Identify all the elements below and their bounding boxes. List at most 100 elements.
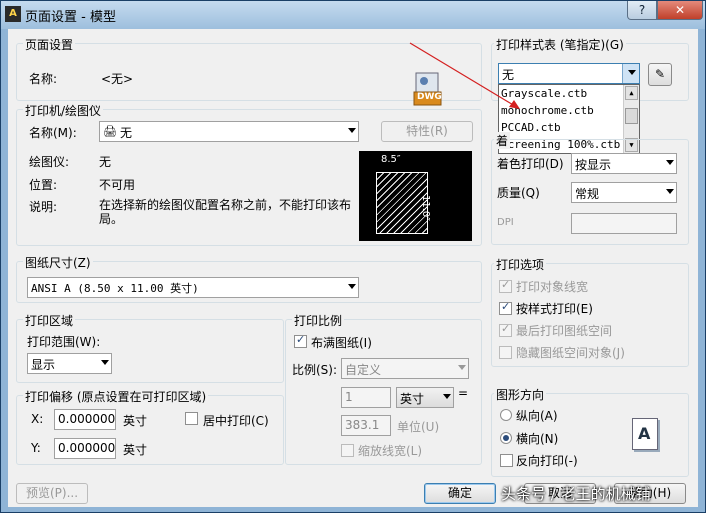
plot-options-group: 打印选项 打印对象线宽 按样式打印(E) 最后打印图纸空间 隐藏图纸空间对象(J… (491, 256, 689, 367)
dpi-input[interactable] (571, 213, 677, 234)
watermark-text: 头条号 / 老王的机械铺 (501, 485, 651, 503)
autocad-app-icon: A (5, 6, 21, 22)
landscape-orientation-icon: A (632, 418, 658, 450)
scale-lineweights-checkbox[interactable] (341, 444, 354, 457)
plot-range-label: 打印范围(W): (27, 335, 101, 349)
preview-button[interactable]: 预览(P)... (16, 483, 88, 504)
description-value: 在选择新的绘图仪配置名称之前，不能打印该布局。 (99, 198, 352, 226)
paperspace-last-checkbox[interactable] (499, 322, 512, 337)
printer-name-dropdown[interactable]: 🖨 无 (99, 121, 359, 142)
scale-lineweights-label: 缩放线宽(L) (358, 444, 423, 458)
offset-x-label: X: (31, 412, 44, 426)
hide-objects-checkbox[interactable] (499, 346, 512, 359)
plot-scale-group-title: 打印比例 (292, 312, 345, 329)
help-title-button[interactable]: ? (627, 1, 657, 20)
plotter-label: 绘图仪: (29, 155, 70, 169)
list-item[interactable]: Grayscale.ctb (501, 87, 587, 100)
upside-down-label: 反向打印(-) (516, 454, 578, 468)
location-label: 位置: (29, 178, 58, 192)
upside-down-checkbox[interactable] (500, 454, 513, 467)
ok-button[interactable]: 确定 (424, 483, 496, 504)
plot-with-styles-label: 按样式打印(E) (516, 302, 593, 316)
quality-label: 质量(Q) (497, 186, 540, 200)
center-plot-checkbox[interactable] (185, 412, 198, 425)
page-setup-name-value: <无> (101, 72, 134, 86)
orientation-icon-letter: A (638, 424, 651, 443)
title-bar[interactable]: A 页面设置 - 模型 ? ✕ (1, 1, 705, 29)
equals-sign: = (458, 386, 469, 400)
hide-objects-label: 隐藏图纸空间对象(J) (516, 346, 625, 360)
shade-plot-value: 按显示 (575, 158, 612, 172)
properties-button[interactable]: 特性(R) (381, 121, 473, 142)
plot-lineweights-checkbox[interactable] (499, 278, 512, 293)
paperspace-last-label: 最后打印图纸空间 (516, 324, 613, 338)
chevron-down-icon (443, 394, 451, 399)
paper-preview: 8.5″ 11.0″ (359, 151, 472, 241)
orientation-group-title: 图形方向 (494, 386, 547, 403)
plot-range-dropdown[interactable]: 显示 (27, 353, 112, 374)
quality-value: 常规 (575, 187, 600, 201)
plot-style-table-value: 无 (502, 68, 515, 82)
scale-label: 比例(S): (292, 363, 338, 377)
paper-size-group: 图纸尺寸(Z) ANSI A (8.50 x 11.00 英寸) (16, 254, 482, 303)
scale-unit-value: 英寸 (400, 392, 425, 406)
offset-x-unit: 英寸 (123, 414, 148, 428)
printer-group-title: 打印机/绘图仪 (23, 102, 104, 119)
page-setup-group-title: 页面设置 (23, 36, 76, 53)
fit-to-paper-checkbox[interactable] (294, 333, 307, 348)
scale-unit-dropdown[interactable]: 英寸 (396, 387, 454, 408)
offset-x-input[interactable]: 0.000000 (54, 409, 116, 430)
edit-style-table-button[interactable]: ✎ (648, 63, 672, 86)
printer-name-value: 无 (120, 126, 133, 140)
edit-pen-icon: ✎ (654, 67, 666, 81)
center-plot-label: 居中打印(C) (203, 414, 269, 428)
chevron-down-icon (348, 284, 356, 289)
plot-offset-group: 打印偏移 (原点设置在可打印区域) X: 0.000000 英寸 居中打印(C)… (16, 388, 284, 465)
plot-area-group-title: 打印区域 (23, 312, 76, 329)
quality-dropdown[interactable]: 常规 (571, 182, 677, 203)
scroll-up-icon[interactable]: ▲ (625, 86, 638, 100)
offset-y-unit: 英寸 (123, 443, 148, 457)
page-setup-dialog: A 页面设置 - 模型 ? ✕ 页面设置 名称: <无> DWG 打印机/绘图仪… (0, 0, 706, 513)
plot-area-group: 打印区域 打印范围(W): 显示 (16, 312, 284, 383)
plot-style-table-group-title: 打印样式表 (笔指定)(G) (494, 36, 626, 53)
scale-drawing-units-input[interactable]: 383.1 (341, 415, 391, 436)
chevron-down-icon (628, 70, 636, 75)
dialog-client-area: 页面设置 名称: <无> DWG 打印机/绘图仪 名称(M): 🖨 无 特性(R… (8, 29, 698, 507)
portrait-label: 纵向(A) (516, 409, 558, 423)
close-button[interactable]: ✕ (657, 1, 703, 20)
plot-with-styles-checkbox[interactable] (499, 300, 512, 315)
chevron-down-icon (348, 128, 356, 133)
plot-options-group-title: 打印选项 (494, 256, 547, 273)
offset-y-label: Y: (31, 441, 41, 455)
scrollbar-thumb[interactable] (625, 108, 638, 124)
scale-paper-units-input[interactable]: 1 (341, 387, 391, 408)
paper-size-dropdown[interactable]: ANSI A (8.50 x 11.00 英寸) (27, 277, 359, 298)
plotter-value: 无 (99, 155, 112, 169)
dwg-icon-text: DWG (417, 92, 442, 102)
scale-dropdown[interactable]: 自定义 (341, 358, 469, 379)
shade-plot-dropdown[interactable]: 按显示 (571, 153, 677, 174)
printer-name-label: 名称(M): (29, 126, 77, 140)
plot-range-value: 显示 (31, 358, 56, 372)
orientation-group: 图形方向 纵向(A) 横向(N) 反向打印(-) A (491, 386, 689, 477)
chevron-down-icon (666, 189, 674, 194)
offset-y-input[interactable]: 0.000000 (54, 438, 116, 459)
plot-offset-group-title: 打印偏移 (原点设置在可打印区域) (23, 388, 209, 405)
location-value: 不可用 (99, 178, 136, 192)
shade-plot-label: 着色打印(D) (497, 157, 564, 171)
paper-size-group-title: 图纸尺寸(Z) (23, 254, 93, 271)
dwg-file-icon: DWG (413, 72, 443, 106)
plot-style-table-dropdown[interactable]: 无 (498, 63, 640, 84)
chevron-down-icon (458, 365, 466, 370)
preview-height-label: 11.0″ (420, 195, 431, 222)
dropdown-button[interactable] (622, 64, 639, 83)
preview-width-label: 8.5″ (381, 154, 401, 165)
page-setup-name-label: 名称: (29, 72, 58, 86)
scale-units-label: 单位(U) (397, 420, 440, 434)
list-item[interactable]: monochrome.ctb (501, 104, 594, 117)
window-title: 页面设置 - 模型 (25, 10, 116, 25)
scale-value: 自定义 (345, 363, 382, 377)
landscape-radio[interactable] (500, 432, 512, 444)
portrait-radio[interactable] (500, 409, 512, 421)
